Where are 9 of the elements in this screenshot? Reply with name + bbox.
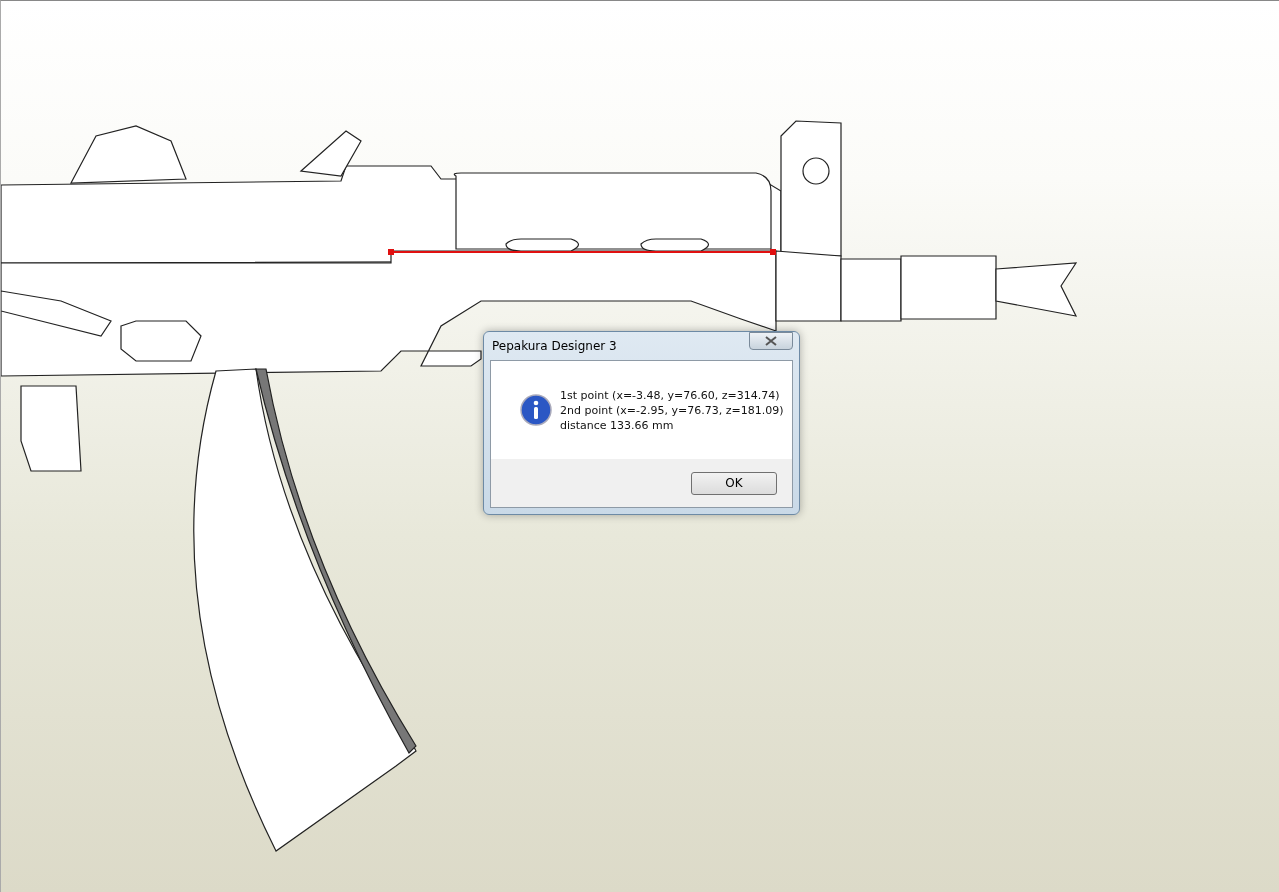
close-button[interactable] [749,332,793,350]
close-icon [765,336,777,346]
ok-button[interactable]: OK [691,471,777,495]
message-text: distance 133.66 mm [560,417,675,433]
message-text: 1st point (x=-3.48, y=76.60, z=314.74) [560,387,781,403]
info-icon [520,394,552,426]
message-text: 2nd point (x=-2.95, y=76.73, z=181.09) [560,402,784,418]
3d-viewport[interactable]: Pepakura Designer 3 1st point (x=-3.48, y=76.60, z=314.74) 2nd point (x=-2.95, y=76.73, z=181.09) distance 133.66 mm OK [0,0,1279,892]
dialog-title: Pepakura Designer 3 [491,339,617,353]
